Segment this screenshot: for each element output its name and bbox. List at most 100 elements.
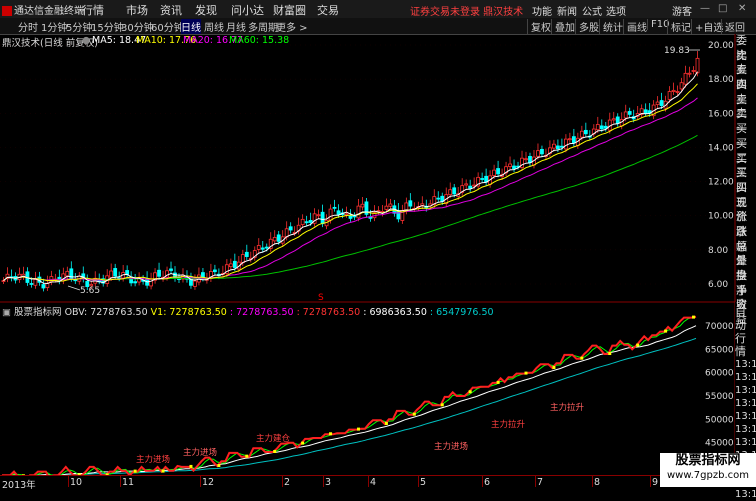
candle-body	[33, 279, 38, 286]
month-tick	[418, 476, 419, 487]
indicator-dot	[608, 352, 612, 355]
candle-body	[264, 246, 269, 249]
candle-body	[113, 268, 118, 277]
tick-time: 13:11	[735, 359, 756, 370]
month-tick	[368, 476, 369, 487]
ma5-line	[3, 71, 698, 285]
candle-body	[260, 247, 265, 250]
candle-body	[567, 138, 572, 141]
sidebar-label: 卖四	[736, 63, 747, 92]
indicator-dot	[133, 469, 137, 473]
sidebar-label: 买四	[736, 166, 747, 194]
candle-body	[212, 269, 217, 273]
month-label: 3	[325, 477, 332, 488]
quote-sidebar: 委比 卖五 卖四 卖三 卖二 卖一 买一 买二 买三 买四 买五 现价 涨跌 涨幅 总量 外盘 换手 净资 收益	[735, 34, 756, 326]
low-arrow-icon	[67, 285, 81, 291]
candle-body	[508, 163, 512, 167]
candle-body	[232, 260, 237, 268]
candle-body	[615, 116, 620, 124]
indicator-dot	[356, 427, 360, 431]
candle-body	[360, 203, 365, 208]
candle-body	[272, 237, 277, 242]
legend-v3: : 7278763.50	[296, 307, 361, 318]
candle-body	[157, 269, 161, 277]
indicator-line-fast	[2, 316, 697, 475]
indicator-annotation: 主力建仓	[256, 433, 291, 444]
candle-body	[276, 234, 281, 242]
candle-body	[563, 138, 568, 150]
candle-body	[388, 203, 393, 207]
watermark-title: 股票指标网	[675, 453, 741, 468]
month-tick	[200, 476, 201, 487]
candle-body	[627, 111, 632, 115]
indicator-line-slow	[2, 337, 697, 475]
tick-time: 13:11	[735, 385, 756, 396]
month-label: 2	[284, 477, 291, 488]
sidebar-label: 涨幅	[736, 224, 747, 253]
candle-body	[65, 270, 70, 277]
candle-body	[316, 214, 321, 217]
month-tick	[323, 476, 324, 487]
candle-body	[109, 270, 114, 278]
sidebar-label: 总量	[736, 239, 747, 268]
month-label: 11	[122, 477, 135, 488]
month-tick	[68, 476, 69, 487]
watermark-url: www.7gpzb.com	[667, 470, 749, 481]
legend-v2: : 7278763.50	[229, 307, 294, 318]
month-label: 5	[420, 477, 427, 488]
indicator-annotation: 主力拉升	[491, 419, 526, 430]
indicator-annotation: 主力进场	[136, 454, 170, 465]
sidebar-label: 买一	[736, 122, 747, 150]
candle-body	[468, 185, 473, 189]
candle-body	[599, 125, 604, 130]
sidebar-label: 委比	[736, 34, 747, 62]
indicator-annotation: 主力进场	[183, 447, 217, 458]
candle-body	[691, 70, 696, 72]
price-tick-label: 6.00	[708, 280, 728, 290]
candle-body	[436, 197, 441, 200]
candle-body	[332, 206, 337, 209]
tick-time: 13:11	[735, 411, 756, 422]
candle-body	[336, 210, 341, 215]
indicator-dot	[552, 366, 556, 369]
close-icon[interactable]: ✕	[738, 3, 746, 14]
legend-v1: V1: 7278763.50	[150, 307, 227, 318]
candle-body	[464, 183, 469, 186]
indicator-tick-label: 65000	[705, 345, 734, 355]
candle-body	[408, 200, 413, 207]
candle-body	[552, 143, 556, 149]
candle-body	[45, 282, 50, 288]
indicator-dot	[301, 441, 305, 445]
indicator-dot	[580, 356, 584, 360]
candle-body	[256, 245, 261, 250]
sidebar-label: 外盘	[736, 254, 747, 283]
tick-time: 13:11	[735, 437, 756, 448]
indicator-legend: ▣ 股票指标网 OBV: 7278763.50 V1: 7278763.50 :…	[2, 304, 494, 318]
month-tick	[535, 476, 536, 487]
candle-body	[240, 254, 245, 264]
month-label: 8	[594, 477, 601, 488]
sidebar-label: 买二	[736, 136, 747, 165]
price-tick-label: 20.00	[708, 41, 734, 51]
candle-body	[244, 251, 249, 257]
candle-body	[512, 165, 516, 170]
indicator-dot	[468, 390, 472, 394]
candle-body	[288, 226, 293, 231]
month-label: 10	[70, 477, 83, 488]
price-tick-label: 12.00	[708, 178, 734, 188]
indicator-dot	[496, 380, 500, 384]
candle-body	[675, 91, 680, 93]
chart-canvas[interactable]: 20.00 18.00 16.00 14.00 12.00 10.00 8.00 6.00 1…	[0, 0, 735, 475]
ma60-line	[3, 134, 698, 281]
indicator-dot	[440, 403, 444, 407]
candle-body	[492, 169, 496, 176]
indicator-dot	[273, 450, 277, 453]
date-axis: 2013年 10 11 12 2 3 4 5 6 7 8 9	[0, 475, 756, 491]
month-tick	[592, 476, 593, 487]
watermark: 股票指标网 www.7gpzb.com	[660, 453, 756, 487]
indicator-title: 股票指标网	[14, 307, 62, 318]
legend-v4: : 6986363.50	[363, 307, 427, 318]
candle-body	[308, 220, 313, 223]
price-tick-label: 18.00	[708, 75, 734, 85]
indicator-dot	[412, 412, 416, 416]
